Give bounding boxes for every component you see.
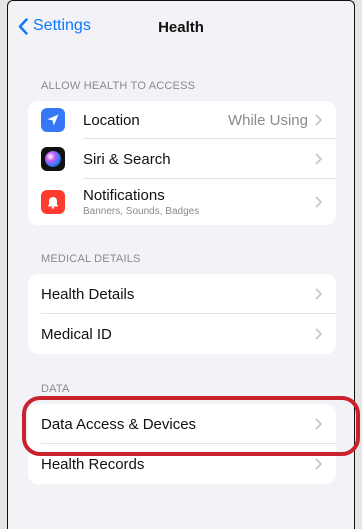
siri-search-label: Siri & Search <box>83 150 171 168</box>
chevron-right-icon <box>315 288 322 300</box>
data-access-devices-row[interactable]: Data Access & Devices <box>28 404 336 444</box>
section-header-medical: MEDICAL DETAILS <box>41 253 141 265</box>
page-title: Health <box>158 19 204 36</box>
health-details-row[interactable]: Health Details <box>28 274 336 314</box>
chevron-right-icon <box>315 328 322 340</box>
chevron-right-icon <box>315 114 322 126</box>
health-records-row[interactable]: Health Records <box>28 444 336 484</box>
data-access-devices-label: Data Access & Devices <box>41 415 197 433</box>
notifications-row[interactable]: Notifications Banners, Sounds, Badges <box>28 179 336 225</box>
health-records-label: Health Records <box>41 455 145 473</box>
health-details-label: Health Details <box>41 285 135 303</box>
location-row[interactable]: Location While Using <box>28 101 336 139</box>
medical-id-row[interactable]: Medical ID <box>28 314 336 354</box>
section-header-data: DATA <box>41 383 70 395</box>
notification-bell-icon <box>41 190 65 214</box>
notifications-label: Notifications <box>83 187 165 204</box>
data-group: Data Access & Devices Health Records <box>28 404 336 484</box>
access-group: Location While Using Siri & Search Notif… <box>28 101 336 225</box>
location-label: Location <box>83 111 140 129</box>
location-arrow-icon <box>41 108 65 132</box>
location-value: While Using <box>227 111 308 129</box>
section-header-access: ALLOW HEALTH TO ACCESS <box>41 80 196 92</box>
chevron-right-icon <box>315 418 322 430</box>
medical-group: Health Details Medical ID <box>28 274 336 354</box>
siri-search-row[interactable]: Siri & Search <box>28 139 336 179</box>
chevron-right-icon <box>315 153 322 165</box>
medical-id-label: Medical ID <box>41 325 112 343</box>
navigation-bar: Settings Health <box>8 1 354 57</box>
notifications-sublabel: Banners, Sounds, Badges <box>83 206 200 217</box>
siri-icon <box>41 147 65 171</box>
settings-screen: Settings Health ALLOW HEALTH TO ACCESS L… <box>7 0 355 529</box>
chevron-right-icon <box>315 196 322 208</box>
chevron-right-icon <box>315 458 322 470</box>
